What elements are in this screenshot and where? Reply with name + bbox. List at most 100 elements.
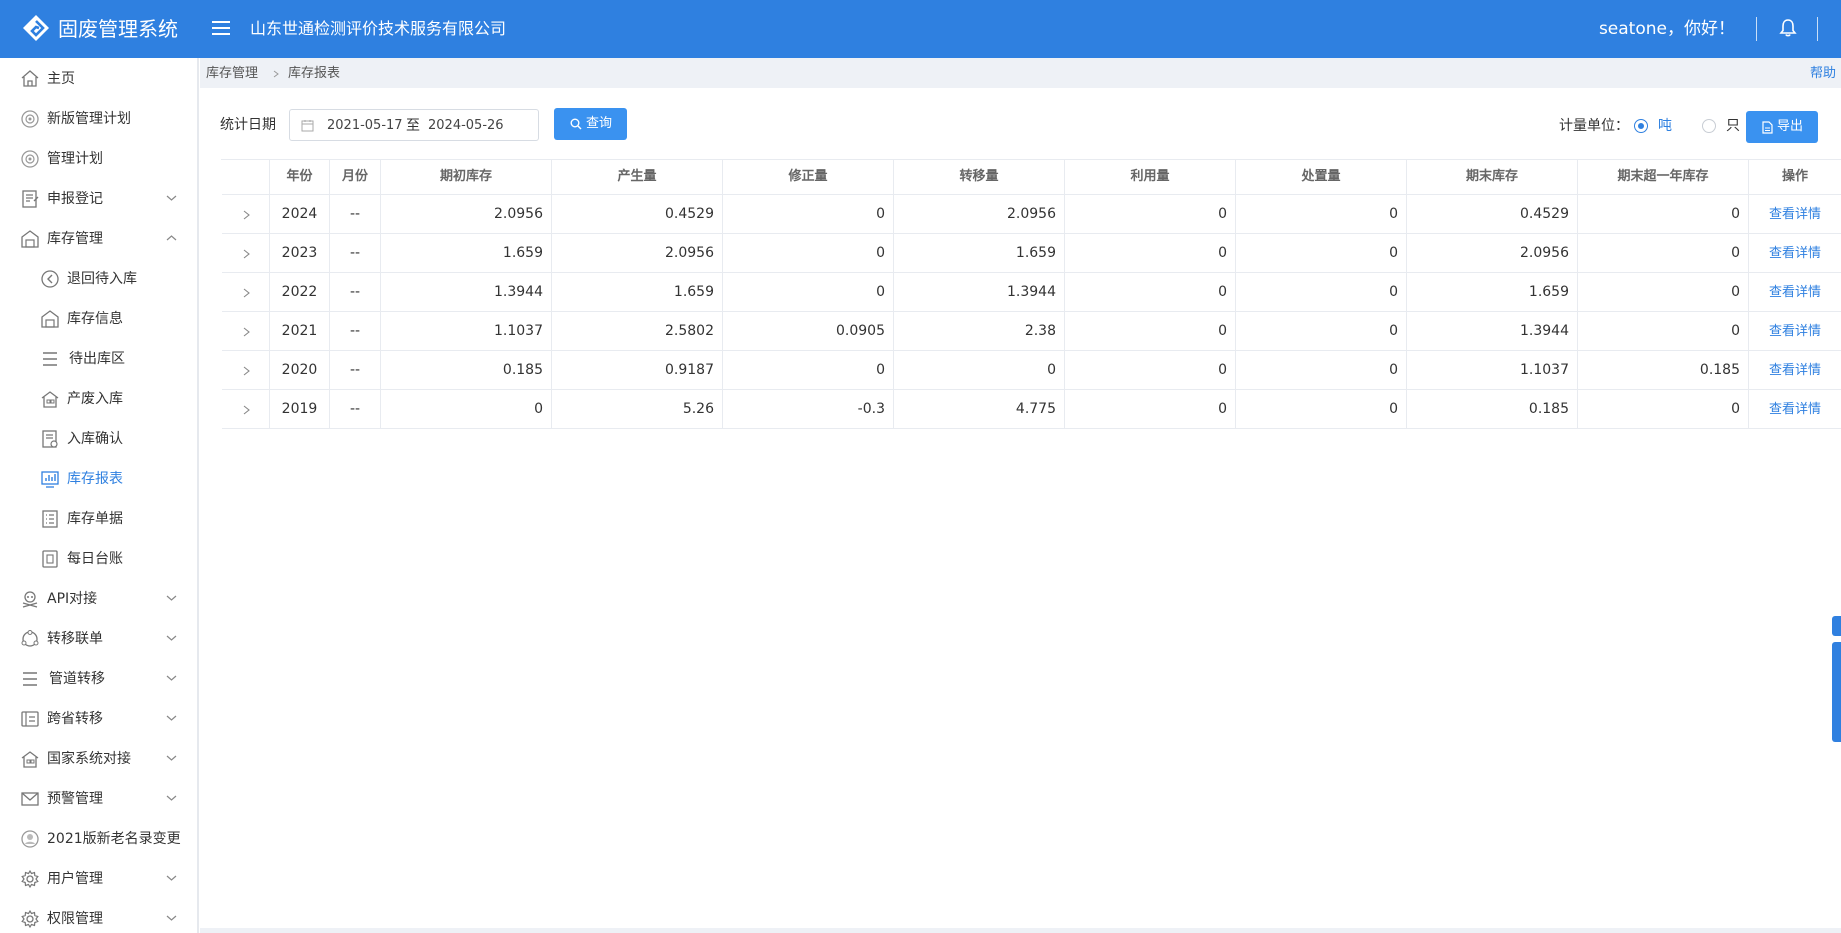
- over-year-cell-value: 0: [1731, 284, 1740, 300]
- expand-cell: [222, 195, 270, 233]
- sidebar-item-inventory-docs[interactable]: 库存单据: [0, 499, 197, 539]
- chevron-right-icon[interactable]: [243, 405, 250, 415]
- sidebar: 主页 新版管理计划 管理计划 申报登记 库存管理 退回待入库 库存信息 待出库区…: [0, 58, 199, 933]
- building-icon: [21, 751, 39, 768]
- opening-cell-value: 1.659: [502, 245, 543, 261]
- column-header-action: 操作: [1749, 160, 1841, 194]
- opening-cell: 1.659: [381, 234, 552, 272]
- chevron-right-icon[interactable]: [243, 288, 250, 298]
- over-year-cell: 0.185: [1578, 351, 1749, 389]
- view-details-link[interactable]: 查看详情: [1769, 246, 1821, 261]
- export-button[interactable]: 导出: [1746, 111, 1818, 143]
- unit-option-ton[interactable]: 吨: [1658, 117, 1672, 135]
- transferred-cell: 4.775: [894, 390, 1065, 428]
- sidebar-item-pipeline-transfer[interactable]: 管道转移: [0, 659, 197, 699]
- view-details-link[interactable]: 查看详情: [1769, 363, 1821, 378]
- year-cell-value: 2022: [281, 284, 318, 300]
- sidebar-item-inventory[interactable]: 库存管理: [0, 219, 197, 259]
- disposed-cell-value: 0: [1389, 362, 1398, 378]
- help-link[interactable]: 帮助: [1810, 66, 1836, 82]
- menu-toggle-icon[interactable]: [210, 17, 232, 39]
- generated-cell: 1.659: [552, 273, 723, 311]
- disposed-cell-value: 0: [1389, 206, 1398, 222]
- date-range-picker[interactable]: 2021-05-17 至 2024-05-26: [289, 109, 539, 141]
- search-icon: [570, 118, 582, 130]
- chevron-right-icon[interactable]: [243, 249, 250, 259]
- date-end-input[interactable]: 2024-05-26: [428, 118, 504, 134]
- sidebar-item-label: 库存信息: [67, 311, 123, 327]
- column-header-over-year: 期末超一年库存: [1578, 160, 1749, 194]
- chevron-right-icon[interactable]: [243, 327, 250, 337]
- date-start-input[interactable]: 2021-05-17: [327, 118, 403, 134]
- sidebar-item-catalog-change[interactable]: 2021版新老名录变更: [0, 819, 197, 859]
- closing-cell-value: 0.185: [1528, 401, 1569, 417]
- unit-radio-ton[interactable]: [1634, 119, 1648, 133]
- month-cell-value: --: [349, 323, 361, 339]
- transferred-cell-value: 2.38: [1024, 323, 1056, 339]
- sidebar-item-alert[interactable]: 预警管理: [0, 779, 197, 819]
- view-details-link[interactable]: 查看详情: [1769, 402, 1821, 417]
- chevron-right-icon[interactable]: [243, 210, 250, 220]
- year-cell-value: 2024: [281, 206, 318, 222]
- return-icon: [41, 270, 59, 288]
- view-details-link[interactable]: 查看详情: [1769, 285, 1821, 300]
- generated-cell: 2.5802: [552, 312, 723, 350]
- query-button[interactable]: 查询: [554, 108, 627, 140]
- sidebar-item-api[interactable]: API对接: [0, 579, 197, 619]
- sidebar-item-home[interactable]: 主页: [0, 59, 197, 99]
- header-divider: [1817, 17, 1818, 41]
- user-greeting[interactable]: seatone，你好！: [1599, 18, 1735, 40]
- bell-icon[interactable]: [1778, 18, 1798, 38]
- transferred-cell: 2.0956: [894, 195, 1065, 233]
- plan-icon: [21, 110, 39, 128]
- side-panel-toggle[interactable]: [1832, 616, 1841, 636]
- opening-cell: 1.3944: [381, 273, 552, 311]
- chevron-down-icon: [166, 875, 177, 881]
- action-cell: 查看详情: [1749, 234, 1841, 272]
- generated-cell-value: 1.659: [673, 284, 714, 300]
- side-panel-tab[interactable]: [1832, 642, 1841, 742]
- over-year-cell: 0: [1578, 312, 1749, 350]
- sidebar-item-transfer-manifest[interactable]: 转移联单: [0, 619, 197, 659]
- corrected-cell: 0: [723, 351, 894, 389]
- sidebar-item-label: 库存单据: [67, 511, 123, 527]
- utilized-cell-value: 0: [1218, 284, 1227, 300]
- generated-cell-value: 2.0956: [665, 245, 714, 261]
- opening-cell: 0: [381, 390, 552, 428]
- date-filter-label: 统计日期: [220, 117, 276, 133]
- disposed-cell: 0: [1236, 312, 1407, 350]
- sidebar-item-users[interactable]: 用户管理: [0, 859, 197, 899]
- sidebar-item-return-pending[interactable]: 退回待入库: [0, 259, 197, 299]
- sidebar-item-plan[interactable]: 管理计划: [0, 139, 197, 179]
- sidebar-item-permissions[interactable]: 权限管理: [0, 899, 197, 933]
- unit-option-piece[interactable]: 只: [1726, 117, 1740, 135]
- sidebar-item-inbound-confirm[interactable]: 入库确认: [0, 419, 197, 459]
- table-row: 2024 -- 2.0956 0.4529 0 2.0956 0 0 0.4529 0 查看详情: [222, 195, 1841, 234]
- sidebar-item-new-plan[interactable]: 新版管理计划: [0, 99, 197, 139]
- checklist-icon: [42, 510, 58, 528]
- sidebar-item-label: 入库确认: [67, 431, 123, 447]
- sidebar-item-inventory-info[interactable]: 库存信息: [0, 299, 197, 339]
- unit-radio-piece[interactable]: [1702, 119, 1716, 133]
- ledger-icon: [42, 550, 58, 568]
- over-year-cell-value: 0: [1731, 323, 1740, 339]
- sidebar-item-label: 待出库区: [69, 351, 125, 367]
- sidebar-item-declaration[interactable]: 申报登记: [0, 179, 197, 219]
- sidebar-item-waste-inbound[interactable]: 产废入库: [0, 379, 197, 419]
- table-header-row: 年份 月份 期初库存 产生量 修正量 转移量 利用量 处置量 期末库存 期末超一…: [222, 160, 1841, 195]
- sidebar-item-outbound-area[interactable]: 待出库区: [0, 339, 197, 379]
- utilized-cell: 0: [1065, 351, 1236, 389]
- sidebar-item-daily-ledger[interactable]: 每日台账: [0, 539, 197, 579]
- month-cell-value: --: [349, 362, 361, 378]
- sidebar-item-national-system[interactable]: 国家系统对接: [0, 739, 197, 779]
- chevron-down-icon: [166, 595, 177, 601]
- view-details-link[interactable]: 查看详情: [1769, 324, 1821, 339]
- month-cell-value: --: [349, 206, 361, 222]
- sidebar-item-cross-province[interactable]: 跨省转移: [0, 699, 197, 739]
- chevron-right-icon[interactable]: [243, 366, 250, 376]
- chevron-down-icon: [166, 755, 177, 761]
- sidebar-item-inventory-report[interactable]: 库存报表: [0, 459, 197, 499]
- breadcrumb-parent[interactable]: 库存管理: [206, 66, 258, 82]
- card-icon: [21, 711, 39, 727]
- view-details-link[interactable]: 查看详情: [1769, 207, 1821, 222]
